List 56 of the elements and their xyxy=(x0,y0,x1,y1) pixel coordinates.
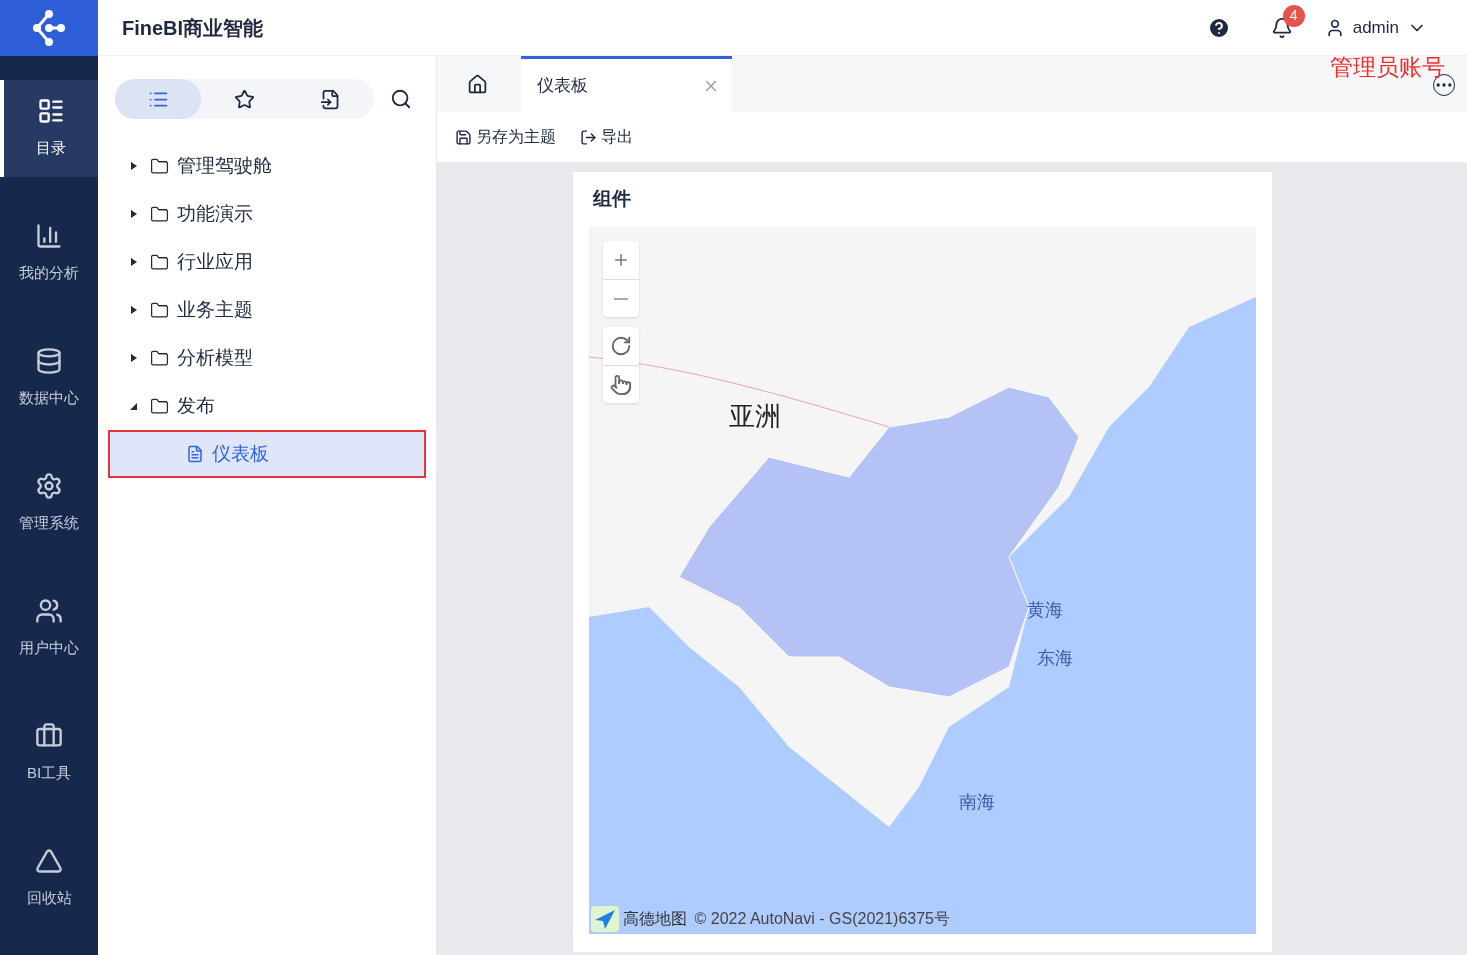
toolbar-button[interactable]: 导出 xyxy=(580,125,633,149)
caret-down-icon xyxy=(130,401,138,411)
tree-item[interactable]: 仪表板 xyxy=(108,430,426,478)
nav-item[interactable]: 我的分析 xyxy=(0,205,98,302)
folder-tree-item[interactable]: 管理驾驶舱 xyxy=(98,142,436,190)
folder-tree-item[interactable]: 功能演示 xyxy=(98,190,436,238)
folder-tree-item[interactable]: 分析模型 xyxy=(98,334,436,382)
caret-right-icon xyxy=(130,161,138,171)
rotate-icon xyxy=(609,335,632,357)
annotation-text: 管理员账号 xyxy=(1330,53,1445,82)
triangle-icon xyxy=(35,847,63,876)
search-icon[interactable] xyxy=(390,88,412,110)
nav-item[interactable]: BI工具 xyxy=(0,705,98,802)
folder-icon xyxy=(150,348,169,368)
users-icon xyxy=(35,597,63,626)
caret-right-icon xyxy=(130,305,138,315)
gear-icon xyxy=(35,472,63,501)
folder-icon xyxy=(150,300,169,320)
map-label: 亚洲 xyxy=(728,400,781,433)
database-icon xyxy=(35,347,63,376)
star-icon xyxy=(234,88,255,110)
toolbar-button[interactable]: 另存为主题 xyxy=(455,125,556,149)
folder-tree-item[interactable]: 发布 xyxy=(98,382,436,430)
folder-icon xyxy=(150,252,169,272)
folder-tree-item[interactable]: 业务主题 xyxy=(98,286,436,334)
map-logo-icon xyxy=(590,906,619,932)
export-icon xyxy=(580,128,597,146)
document-icon xyxy=(186,445,204,463)
caret-right-icon xyxy=(130,209,138,219)
nav-item[interactable]: 数据中心 xyxy=(0,330,98,427)
nav-item[interactable]: 管理系统 xyxy=(0,455,98,552)
map-label: 黄海 xyxy=(1026,599,1063,622)
map-label: 南海 xyxy=(958,791,995,814)
app-title: FineBI商业智能 xyxy=(122,15,264,41)
save-icon xyxy=(455,128,472,146)
document-tab[interactable]: 仪表板 xyxy=(521,56,732,112)
catalog-icon xyxy=(37,97,65,126)
widget-title: 组件 xyxy=(591,187,632,212)
notification-count: 4 xyxy=(1282,4,1305,27)
folder-icon xyxy=(150,156,169,176)
map-provider-name: 高德地图 xyxy=(622,909,687,929)
map-attribution: © 2022 AutoNavi - GS(2021)6375号 xyxy=(694,909,950,929)
folder-icon xyxy=(150,204,169,224)
nav-item[interactable]: 用户中心 xyxy=(0,580,98,677)
bar-chart-icon xyxy=(35,222,63,251)
map-label: 东海 xyxy=(1036,647,1073,670)
folder-icon xyxy=(150,396,169,416)
home-icon[interactable] xyxy=(467,74,488,95)
caret-right-icon xyxy=(130,353,138,363)
minus-icon xyxy=(613,297,628,300)
user-menu[interactable]: admin xyxy=(1324,14,1427,41)
folder-tree-item[interactable]: 行业应用 xyxy=(98,238,436,286)
nav-item[interactable]: 回收站 xyxy=(0,830,98,927)
hand-pointer-icon xyxy=(609,373,632,396)
nav-item[interactable]: 目录 xyxy=(0,80,98,177)
caret-right-icon xyxy=(130,257,138,267)
